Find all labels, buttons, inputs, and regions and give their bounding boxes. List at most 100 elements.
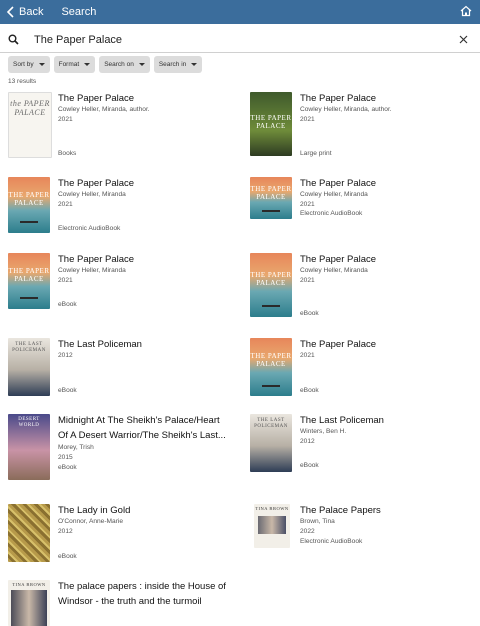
cover-title: TINA BROWN [12,582,46,587]
result-item[interactable]: DESERT WORLD Midnight At The Sheikh's Pa… [8,414,228,482]
boat-graphic [262,210,280,212]
cover-title: THE PAPER PALACE [250,114,292,130]
result-meta: The Paper Palace Cowley Heller, Miranda … [300,253,468,286]
result-format: eBook [300,387,319,394]
book-cover: THE LAST POLICEMAN [250,414,292,472]
result-format: eBook [300,462,319,469]
caret-down-icon [191,63,198,66]
result-year: 2021 [58,201,73,208]
result-meta: The Lady in Gold O'Connor, Anne-Marie 20… [58,504,226,537]
result-author: O'Connor, Anne-Marie [58,518,124,525]
cover-title: THE PAPER PALACE [8,267,50,283]
result-title: The Paper Palace [58,178,135,189]
result-year: 2021 [58,277,73,284]
cover-title: THE PAPER PALACE [250,185,292,201]
result-item[interactable]: TINA BROWN The Palace Papers Brown, Tina… [250,504,470,549]
result-item[interactable]: THE PAPER PALACE The Paper Palace Cowley… [250,92,470,160]
result-author: Cowley Heller, Miranda [58,267,126,274]
result-year: 2021 [300,116,315,123]
result-title: The Last Policeman [300,415,384,426]
book-cover: THE PAPER PALACE [8,177,50,233]
cover-title: THE LAST POLICEMAN [12,342,46,353]
cover-title: THE PAPER PALACE [8,191,50,207]
book-cover: the PAPER PALACE [8,92,52,158]
result-meta: The Last Policeman 2012 [58,338,226,361]
result-author: Morey, Trish [58,444,94,451]
caret-down-icon [138,63,145,66]
close-icon[interactable] [459,35,468,44]
result-author: Cowley Heller, Miranda, author. [300,106,392,113]
cover-title: TINA BROWN [255,506,289,511]
result-title: The Last Policeman [58,339,142,350]
result-format: Books [58,150,77,157]
result-author: Cowley Heller, Miranda, author. [58,106,150,113]
result-format: Electronic AudioBook [300,538,363,545]
search-on-dropdown[interactable]: Search on [99,56,150,73]
cover-title: THE PAPER PALACE [250,352,292,368]
result-year: 2021 [300,277,315,284]
boat-graphic [20,221,38,223]
chip-label: Search in [158,61,187,68]
result-title: The Paper Palace [58,93,135,104]
search-input[interactable] [34,31,444,49]
result-item[interactable]: THE PAPER PALACE The Paper Palace Cowley… [250,177,470,222]
search-bar [0,28,480,53]
book-cover: THE LAST POLICEMAN [8,338,50,396]
result-title: The Paper Palace [300,178,377,189]
book-cover: THE PAPER PALACE [8,253,50,309]
chip-label: Sort by [13,61,34,68]
result-item[interactable]: THE PAPER PALACE The Paper Palace Cowley… [8,253,228,313]
chevron-left-icon [6,6,14,18]
result-meta: The Paper Palace Cowley Heller, Miranda … [58,177,226,210]
format-dropdown[interactable]: Format [53,56,96,73]
result-format: Electronic AudioBook [300,210,363,217]
home-icon[interactable] [460,5,472,17]
result-item[interactable]: The Lady in Gold O'Connor, Anne-Marie 20… [8,504,228,564]
sort-by-dropdown[interactable]: Sort by [8,56,50,73]
result-title: The Lady in Gold [58,505,131,516]
book-cover: THE PAPER PALACE [250,92,292,156]
filter-bar: Sort by Format Search on Search in [8,56,203,73]
result-year: 2012 [58,528,73,535]
book-cover [8,504,50,562]
result-format: eBook [300,310,319,317]
result-year: 2022 [300,528,315,535]
result-item[interactable]: THE PAPER PALACE The Paper Palace Cowley… [8,177,228,237]
back-label: Back [19,6,44,18]
cover-title: THE PAPER PALACE [250,271,292,287]
book-cover: TINA BROWN [254,504,290,548]
top-bar: Back Search [0,0,480,24]
book-cover: THE PAPER PALACE [250,253,292,317]
result-author: Cowley Heller, Miranda [300,191,368,198]
result-item[interactable]: THE LAST POLICEMAN The Last Policeman 20… [8,338,228,398]
result-title: Midnight At The Sheikh's Palace/Heart Of… [58,415,226,441]
result-item[interactable]: THE LAST POLICEMAN The Last Policeman Wi… [250,414,470,474]
result-format: eBook [58,387,77,394]
page-title: Search [61,6,97,18]
boat-graphic [262,305,280,307]
result-item[interactable]: TINA BROWN The palace papers : inside th… [8,580,228,626]
boat-graphic [20,297,38,299]
result-item[interactable]: the PAPER PALACE The Paper Palace Cowley… [8,92,228,160]
caret-down-icon [38,63,45,66]
result-year: 2021 [300,352,315,359]
result-format: eBook [58,301,77,308]
back-button[interactable]: Back [6,6,43,18]
search-in-dropdown[interactable]: Search in [153,56,203,73]
result-format: eBook [58,464,77,471]
result-meta: The Palace Papers Brown, Tina 2022 Elect… [300,504,468,547]
result-title: The Palace Papers [300,505,381,516]
search-icon [8,34,19,45]
chip-label: Format [58,61,80,68]
result-author: Winters, Ben H. [300,428,347,435]
result-title: The Paper Palace [300,93,377,104]
result-item[interactable]: THE PAPER PALACE The Paper Palace Cowley… [250,253,470,319]
result-year: 2015 [58,454,73,461]
result-year: 2012 [300,438,315,445]
result-meta: Midnight At The Sheikh's Palace/Heart Of… [58,414,226,473]
book-cover: DESERT WORLD [8,414,50,480]
result-item[interactable]: THE PAPER PALACE The Paper Palace 2021 e… [250,338,470,398]
result-year: 2021 [58,116,73,123]
book-cover: THE PAPER PALACE [250,177,292,219]
result-meta: The Paper Palace Cowley Heller, Miranda … [300,177,468,210]
